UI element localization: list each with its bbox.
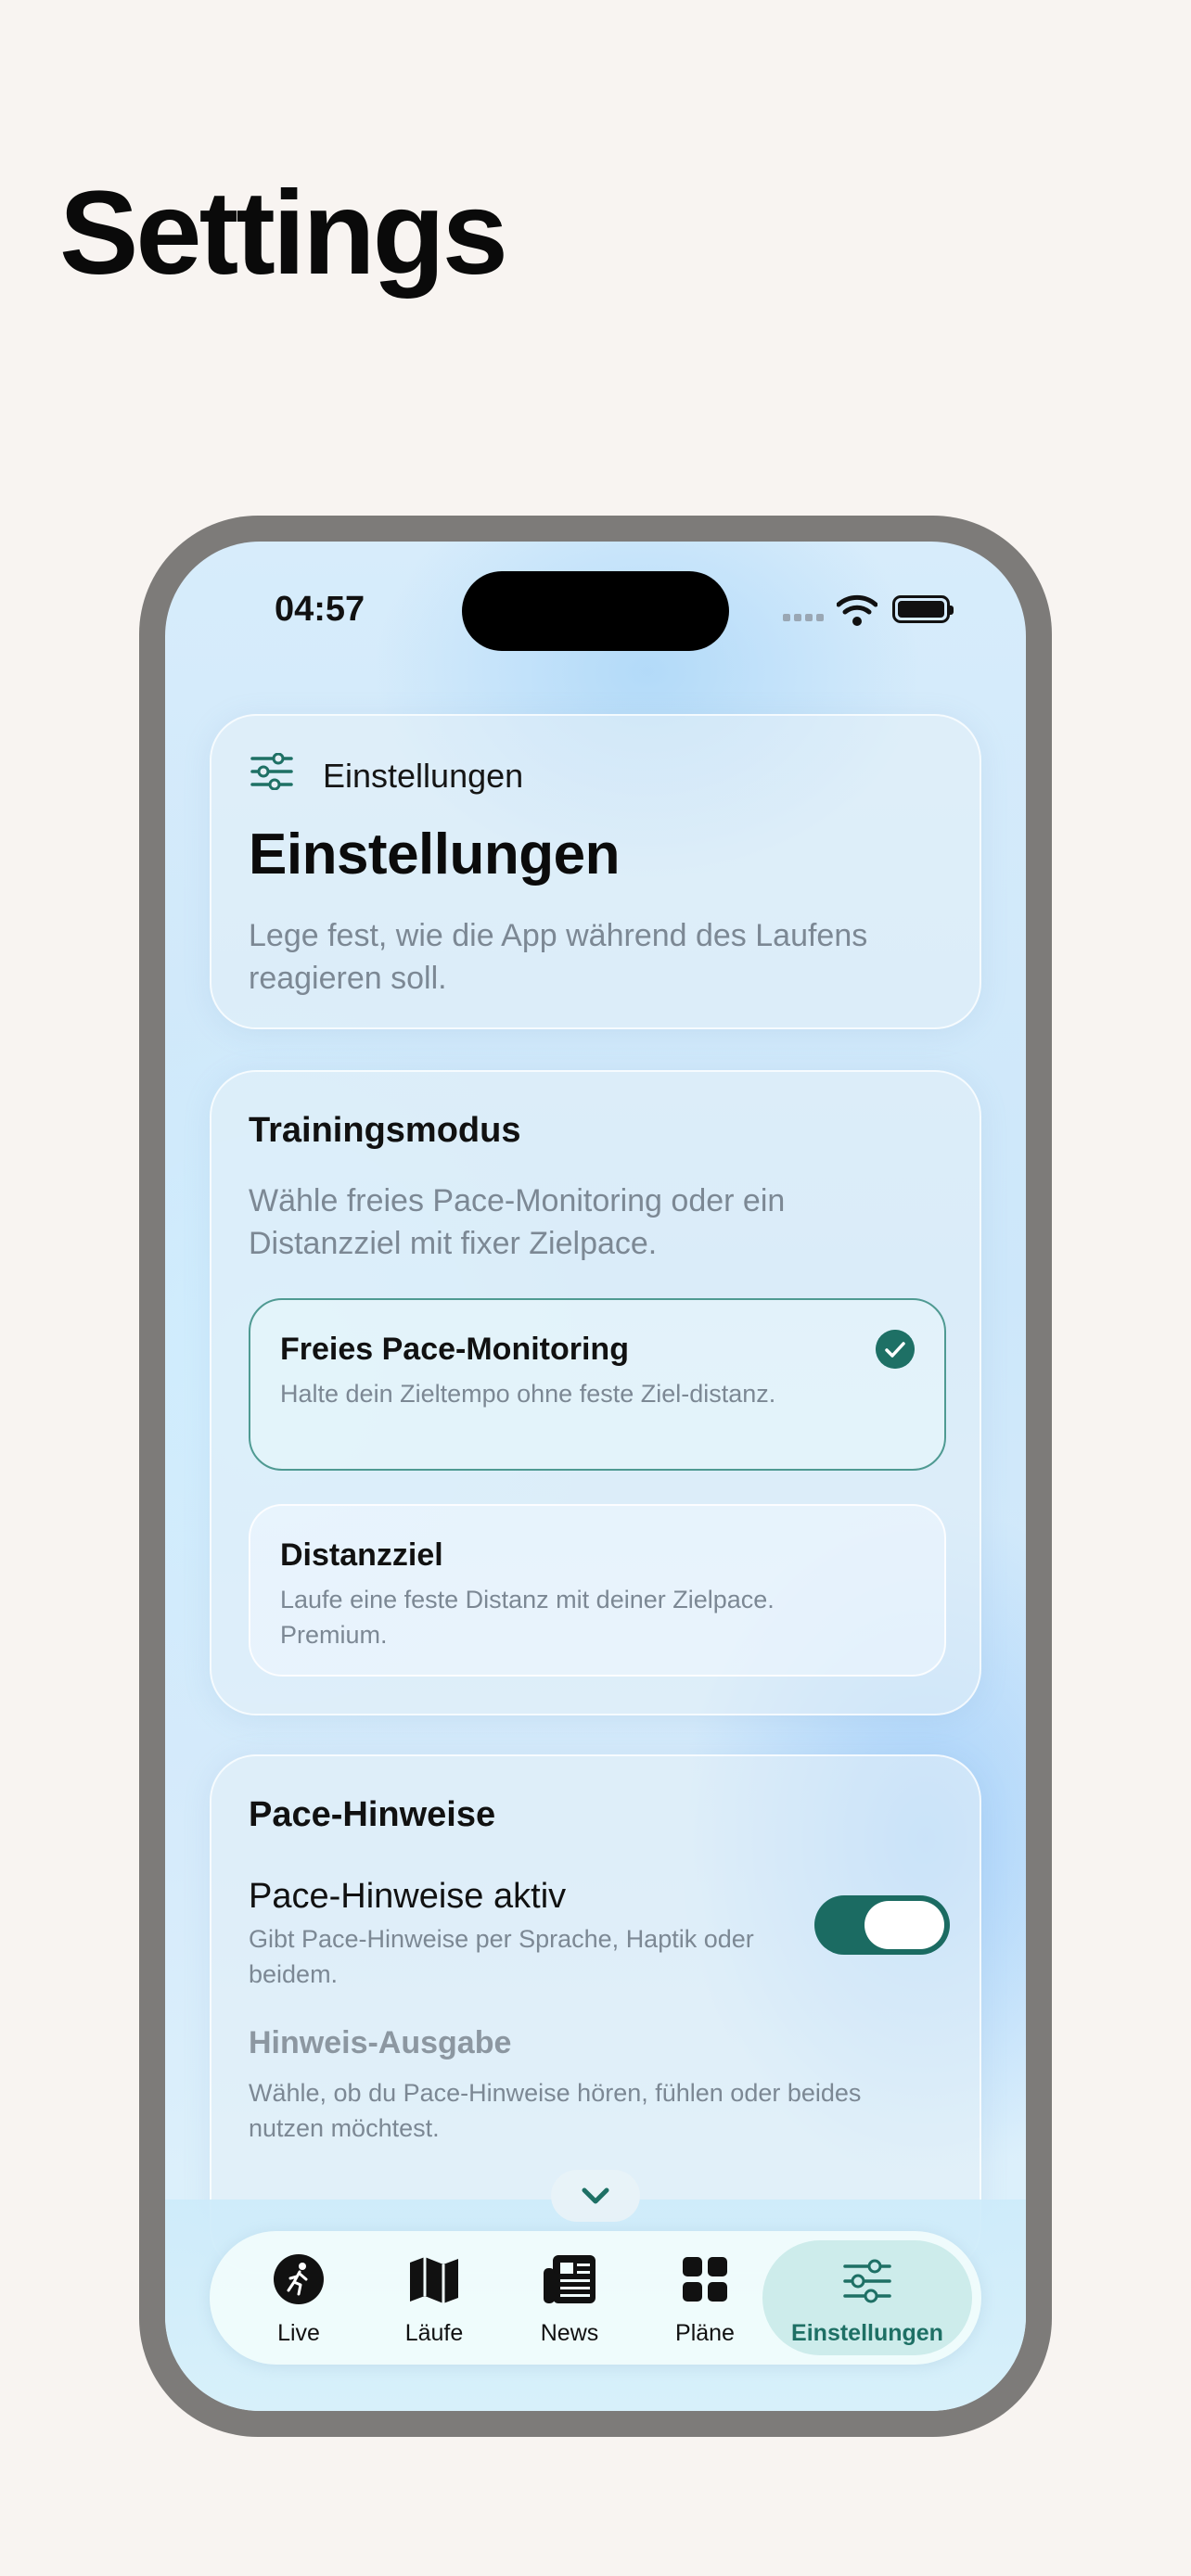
cellular-signal-icon [783, 614, 826, 623]
header-card: Einstellungen Einstellungen Lege fest, w… [210, 714, 981, 1029]
tab-label: News [540, 2320, 599, 2346]
output-heading: Hinweis-Ausgabe [249, 2025, 512, 2060]
tab-bar: Live Läufe News Pläne Einstellungen [210, 2231, 981, 2365]
newspaper-icon [544, 2255, 596, 2303]
dynamic-island [462, 571, 729, 651]
header-small-label: Einstellungen [323, 757, 524, 795]
pace-hints-title: Pace-Hinweise [249, 1795, 496, 1834]
scroll-down-button[interactable] [551, 2170, 640, 2222]
tab-live[interactable]: Live [224, 2231, 373, 2365]
sliders-icon [843, 2259, 891, 2303]
grid-icon [683, 2257, 727, 2302]
tab-label: Pläne [675, 2320, 735, 2346]
running-person-icon [274, 2254, 324, 2304]
tab-label: Läufe [404, 2320, 464, 2346]
header-subtitle: Lege fest, wie die App während des Laufe… [249, 918, 868, 996]
tab-plaene[interactable]: Pläne [631, 2231, 779, 2365]
option-free-pace-monitoring[interactable]: Freies Pace-Monitoring Halte dein Zielte… [249, 1298, 946, 1471]
tab-label: Einstellungen [791, 2320, 943, 2346]
option-distance-goal[interactable]: Distanzziel Laufe eine feste Distanz mit… [249, 1504, 946, 1677]
pace-hints-toggle[interactable] [814, 1895, 950, 1955]
chevron-down-icon [582, 2187, 609, 2204]
tab-news[interactable]: News [495, 2231, 644, 2365]
map-icon [410, 2257, 458, 2303]
tab-einstellungen[interactable]: Einstellungen [762, 2240, 972, 2355]
tab-label: Live [277, 2320, 320, 2346]
sliders-icon [250, 753, 293, 790]
header-title: Einstellungen [249, 823, 620, 886]
training-mode-card: Trainingsmodus Wähle freies Pace-Monitor… [210, 1070, 981, 1715]
phone-screen: 04:57 Einstellungen Einstellungen Lege f… [165, 542, 1026, 2411]
wifi-icon [837, 594, 877, 626]
phone-frame: 04:57 Einstellungen Einstellungen Lege f… [139, 516, 1052, 2437]
output-description: Wähle, ob du Pace-Hinweise hören, fühlen… [249, 2079, 862, 2142]
option-title: Freies Pace-Monitoring [280, 1332, 629, 1367]
option-title: Distanzziel [280, 1537, 443, 1573]
checkmark-icon [876, 1330, 915, 1369]
training-mode-description: Wähle freies Pace-Monitoring oder ein Di… [249, 1183, 786, 1261]
pace-hints-toggle-description: Gibt Pace-Hinweise per Sprache, Haptik o… [249, 1925, 754, 1988]
pace-hints-toggle-label: Pace-Hinweise aktiv [249, 1877, 567, 1916]
battery-icon [892, 595, 954, 623]
status-time: 04:57 [275, 590, 365, 629]
tab-laeufe[interactable]: Läufe [360, 2231, 508, 2365]
option-description: Halte dein Zieltempo ohne feste Ziel-dis… [280, 1380, 776, 1408]
option-description: Laufe eine feste Distanz mit deiner Ziel… [280, 1586, 775, 1649]
training-mode-title: Trainingsmodus [249, 1111, 521, 1150]
page-title: Settings [59, 167, 508, 300]
